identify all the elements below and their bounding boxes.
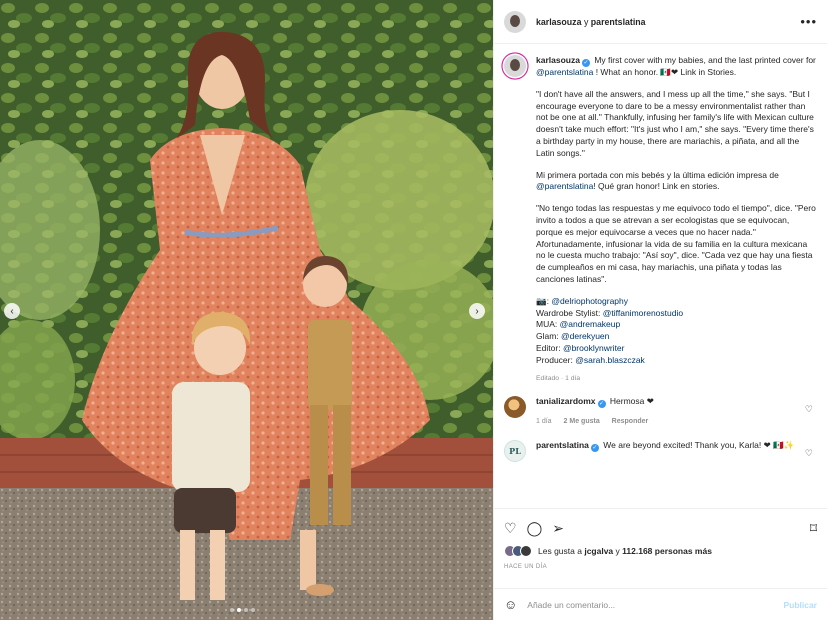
comment-input[interactable] [527, 599, 748, 610]
caption-es-text-end: ! Qué gran honor! Link en stories. [593, 181, 720, 192]
caption-intro-end: ! What an honor. 🇲🇽❤ Link in Stories. [595, 67, 737, 77]
caption-paragraph-es-intro: Mi primera portada con mis bebés y la úl… [536, 170, 817, 194]
comment-body: parentslatina ✓ We are beyond excited! Th… [536, 440, 806, 462]
collaborator-username[interactable]: parentslatina [591, 17, 646, 27]
caption-es-text: Mi primera portada con mis bebés y la úl… [536, 169, 779, 180]
post-time: HACE UN DÍA [504, 564, 548, 570]
comment-text: Hermosa ❤ [609, 396, 654, 407]
credit-line: Glam: @derekyuen [536, 331, 817, 343]
caption-paragraph-en: "I don't have all the answers, and I mes… [536, 88, 814, 158]
comment-text: We are beyond excited! Thank you, Karla!… [603, 439, 795, 450]
heart-icon[interactable]: ♡ [504, 520, 517, 537]
comment: tanializardomx ✓ Hermosa ❤ 1 día 2 Me gus… [504, 396, 817, 428]
comment-meta: 1 día 2 Me gusta Responder [536, 416, 806, 428]
credit-handle[interactable]: @derekyuen [561, 331, 609, 341]
share-icon[interactable]: ➢ [552, 520, 564, 537]
caption-username[interactable]: karlasouza [536, 55, 580, 65]
comment-body: tanializardomx ✓ Hermosa ❤ 1 día 2 Me gus… [536, 396, 806, 428]
credits-list: 📷: @delriophotography Wardrobe Stylist: … [536, 296, 817, 367]
credit-handle[interactable]: @sarah.blaszczak [575, 355, 645, 365]
credit-line: MUA: @andremakeup [536, 319, 817, 331]
commenter-avatar[interactable]: PL [504, 439, 526, 462]
carousel-dot-active [237, 608, 241, 612]
likes-mid: y [615, 546, 620, 556]
caption-es-mention[interactable]: @parentslatina [536, 181, 593, 191]
credit-label: Editor: [536, 342, 561, 353]
credit-handle[interactable]: @brooklynwriter [563, 343, 625, 353]
verified-badge-icon: ✓ [597, 400, 606, 409]
comment-time: 1 día [536, 418, 552, 426]
carousel-dots [230, 608, 255, 612]
credit-line: Producer: @sarah.blaszczak [536, 355, 817, 367]
caption-mention[interactable]: @parentslatina [536, 67, 593, 77]
post-comment-button[interactable]: Publicar [783, 600, 817, 610]
caption-paragraph-es: "No tengo todas las respuestas y me equi… [536, 203, 816, 284]
emoji-icon[interactable]: ☺ [504, 597, 517, 612]
caption: karlasouza ✓ My first cover with my babie… [504, 55, 817, 384]
credit-handle[interactable]: @tiffanimorenostudio [603, 308, 683, 318]
comment-icon[interactable]: ◯ [527, 520, 543, 537]
comment-username[interactable]: parentslatina [536, 440, 589, 450]
credit-handle[interactable]: @andremakeup [560, 319, 621, 329]
more-icon[interactable]: ••• [800, 14, 817, 29]
credit-label: MUA: [536, 319, 558, 330]
credit-label: Glam: [536, 331, 559, 342]
carousel-dot [244, 608, 248, 612]
comment-composer: ☺ Publicar [494, 588, 827, 620]
caption-author-avatar[interactable] [504, 55, 526, 77]
comment-like-heart-icon[interactable]: ♡ [805, 404, 813, 415]
commenter-avatar[interactable] [504, 396, 526, 419]
action-icons: ♡ ◯ ➢ ⌑ [504, 519, 817, 537]
carousel-dot [251, 608, 255, 612]
collab-separator: y [583, 16, 589, 27]
credit-label: 📷: [536, 295, 549, 306]
comment-username[interactable]: tanializardomx [536, 396, 596, 406]
carousel-dot [230, 608, 234, 612]
liker-avatar [520, 545, 532, 557]
verified-badge-icon: ✓ [590, 443, 599, 452]
likes-summary: Les gusta a jcgalva y 112.168 personas m… [504, 545, 817, 557]
photo-illustration [0, 0, 493, 620]
likes-prefix: Les gusta a [538, 546, 582, 556]
likes-user[interactable]: jcgalva [584, 546, 613, 556]
caption-text: karlasouza ✓ My first cover with my babie… [536, 55, 817, 384]
reply-button[interactable]: Responder [612, 418, 649, 425]
credit-line: Wardrobe Stylist: @tiffanimorenostudio [536, 308, 817, 320]
credit-line: 📷: @delriophotography [536, 296, 817, 308]
comment-like-heart-icon[interactable]: ♡ [805, 448, 813, 459]
previous-photo-button[interactable]: ‹ [4, 303, 20, 319]
post-photo[interactable]: ‹ › [0, 0, 493, 620]
credit-label: Producer: [536, 354, 573, 365]
comment: PL parentslatina ✓ We are beyond excited!… [504, 439, 817, 462]
liker-avatars [504, 545, 532, 557]
verified-badge-icon: ✓ [581, 59, 590, 67]
post-side-panel: karlasouza y parentslatina ••• karlasouz… [493, 0, 827, 620]
bookmark-icon[interactable]: ⌑ [810, 520, 817, 537]
caption-meta: Editado · 1 día [536, 374, 581, 382]
author-avatar[interactable] [504, 10, 526, 33]
credit-line: Editor: @brooklynwriter [536, 343, 817, 355]
caption-intro: My first cover with my babies, and the l… [594, 55, 816, 65]
post-header: karlasouza y parentslatina ••• [494, 0, 827, 44]
next-photo-button[interactable]: › [469, 303, 485, 319]
author-username[interactable]: karlasouza [536, 17, 581, 27]
post-actions: ♡ ◯ ➢ ⌑ Les gusta a jcgalva y 112.168 pe… [494, 508, 827, 570]
credit-handle[interactable]: @delriophotography [551, 296, 628, 306]
post-authors: karlasouza y parentslatina [536, 17, 646, 27]
comments-scroll-area[interactable]: karlasouza ✓ My first cover with my babie… [494, 45, 827, 507]
credit-label: Wardrobe Stylist: [536, 307, 601, 318]
likes-count[interactable]: 112.168 personas más [622, 546, 712, 556]
comment-likes[interactable]: 2 Me gusta [564, 418, 600, 425]
